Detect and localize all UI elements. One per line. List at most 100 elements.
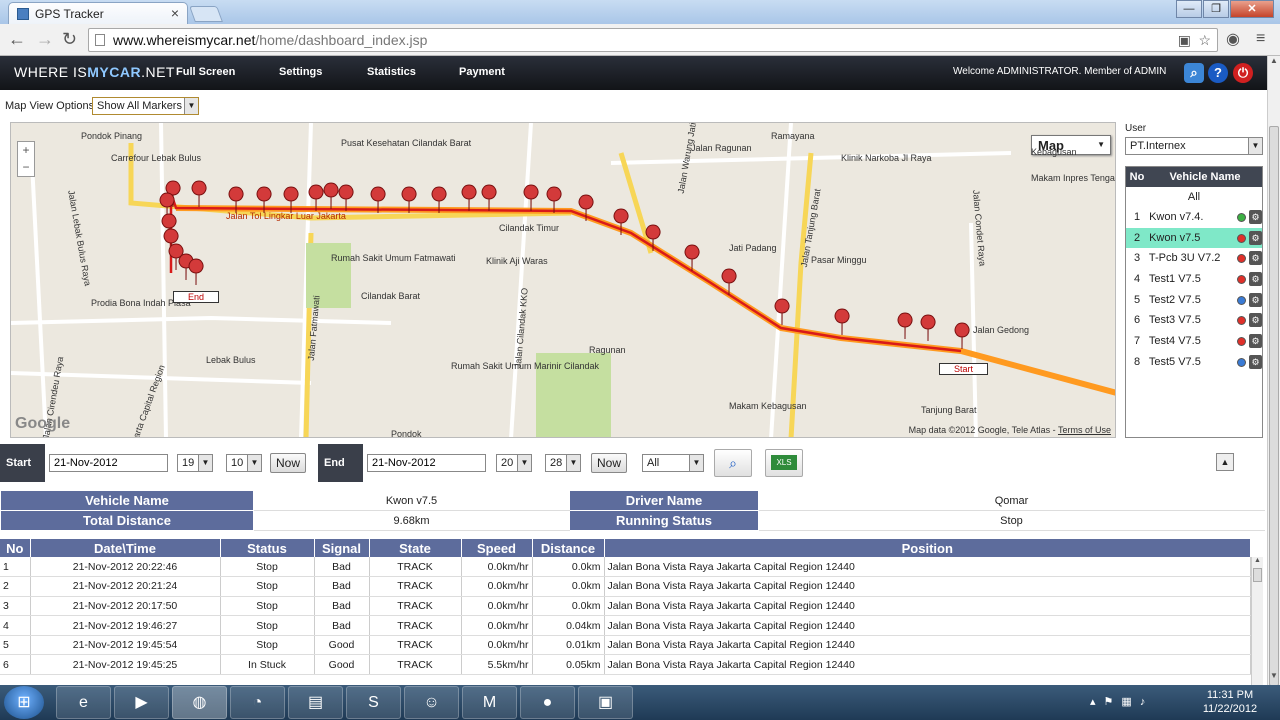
table-row[interactable]: 1 21-Nov-2012 20:22:46 Stop Bad TRACK 0.0km/h… — [0, 557, 1251, 578]
scroll-thumb[interactable] — [1253, 568, 1262, 582]
settings-gear-icon[interactable]: ⚙ — [1249, 272, 1262, 287]
zoom-in-icon[interactable]: + — [18, 142, 34, 159]
table-row[interactable]: 4 21-Nov-2012 19:46:27 Stop Bad TRACK 0.0km/h… — [0, 615, 1251, 636]
forward-arrow-icon[interactable]: → — [36, 30, 54, 48]
site-logo[interactable]: WHERE ISMYCAR.NET — [14, 64, 175, 80]
close-tab-icon[interactable]: × — [171, 5, 179, 21]
column-header[interactable]: Signal — [314, 539, 370, 557]
status-filter-select[interactable]: All ▼ — [642, 454, 704, 472]
scroll-up-icon[interactable]: ▲ — [1252, 557, 1263, 564]
smart-app-icon[interactable]: ● — [520, 686, 575, 719]
settings-gear-icon[interactable]: ⚙ — [1249, 210, 1262, 224]
address-bar[interactable]: www.whereismycar.net/home/dashboard_inde… — [88, 28, 1218, 52]
flag-icon[interactable]: ⚑ — [1104, 696, 1122, 708]
column-header[interactable]: Status — [220, 539, 315, 557]
map-view-select[interactable]: Show All Markers ▼ — [92, 97, 199, 115]
vehicle-row[interactable]: 3 T-Pcb 3U V7.2 ⚙ — [1126, 248, 1262, 269]
logout-icon[interactable]: ⏻ — [1233, 63, 1253, 83]
help-icon[interactable]: ? — [1208, 63, 1228, 83]
start-minute-select[interactable]: 10 ▼ — [226, 454, 262, 472]
bookmark-star-icon[interactable]: ☆ — [1198, 32, 1211, 49]
clock[interactable]: 11:31 PM 11/22/2012 — [1200, 688, 1260, 716]
firefox-icon[interactable]: ◔ — [230, 686, 285, 719]
back-arrow-icon[interactable]: ← — [8, 30, 26, 48]
settings-gear-icon[interactable]: ⚙ — [1249, 313, 1262, 328]
office-icon[interactable]: ▣ — [578, 686, 633, 719]
settings-gear-icon[interactable]: ⚙ — [1249, 354, 1262, 369]
terms-of-use-link[interactable]: Terms of Use — [1058, 425, 1111, 435]
vehicle-row[interactable]: 8 Test5 V7.5 ⚙ — [1126, 352, 1262, 373]
start-marker-label[interactable]: Start — [939, 363, 989, 375]
scroll-up-icon[interactable]: ▲ — [1268, 56, 1280, 70]
table-scrollbar[interactable]: ▲ — [1251, 557, 1263, 685]
scroll-thumb[interactable] — [1269, 126, 1279, 686]
excel-icon: XLS — [771, 455, 797, 470]
search-icon[interactable]: ⌕ — [1184, 63, 1204, 83]
volume-icon[interactable]: ♪ — [1140, 696, 1154, 708]
chevron-down-icon: ▼ — [198, 455, 212, 471]
minimize-icon[interactable]: — — [1176, 0, 1202, 18]
eye-extension-icon[interactable]: ◉ — [1226, 31, 1240, 49]
table-row[interactable]: 5 21-Nov-2012 19:45:54 Stop Good TRACK 0.0km/… — [0, 635, 1251, 656]
start-date-input[interactable] — [49, 454, 168, 472]
end-now-button[interactable]: Now — [591, 453, 628, 473]
explorer-icon[interactable]: ▤ — [288, 686, 343, 719]
export-excel-button[interactable]: XLS — [765, 449, 803, 477]
settings-gear-icon[interactable]: ⚙ — [1249, 251, 1262, 266]
mcafee-icon[interactable]: M — [462, 686, 517, 719]
vehicle-row[interactable]: 2 Kwon v7.5 ⚙ — [1126, 227, 1262, 249]
menu-full-screen[interactable]: Full Screen — [176, 66, 235, 78]
wrench-menu-icon[interactable]: ≡ — [1256, 30, 1265, 48]
menu-payment[interactable]: Payment — [459, 66, 505, 78]
column-header[interactable]: Speed — [461, 539, 533, 557]
collapse-up-icon[interactable]: ▲ — [1216, 453, 1234, 471]
scroll-down-icon[interactable]: ▼ — [1268, 671, 1280, 685]
column-header[interactable]: Date\Time — [30, 539, 221, 557]
settings-gear-icon[interactable]: ⚙ — [1249, 334, 1262, 349]
end-minute-select[interactable]: 28 ▼ — [545, 454, 581, 472]
running-status-label: Running Status — [569, 510, 759, 531]
vehicle-row[interactable]: 6 Test3 V7.5 ⚙ — [1126, 310, 1262, 331]
start-hour-select[interactable]: 19 ▼ — [177, 454, 213, 472]
ie-icon[interactable]: e — [56, 686, 111, 719]
vehicle-all[interactable]: All — [1126, 187, 1262, 207]
skype-icon[interactable]: S — [346, 686, 401, 719]
end-marker-label[interactable]: End — [173, 291, 220, 303]
media-player-icon[interactable]: ▶ — [114, 686, 169, 719]
table-row[interactable]: 3 21-Nov-2012 20:17:50 Stop Bad TRACK 0.0km/h… — [0, 596, 1251, 617]
end-hour-select[interactable]: 20 ▼ — [496, 454, 532, 472]
settings-gear-icon[interactable]: ⚙ — [1249, 292, 1262, 307]
search-button[interactable]: ⌕ — [714, 449, 752, 477]
map-canvas[interactable]: + − Map ▼ Carrefour Lebak Bulus Pondok Pin… — [10, 122, 1116, 438]
vehicle-row[interactable]: 1 Kwon v7.4. ⚙ — [1126, 207, 1262, 228]
reload-icon[interactable]: ↻ — [62, 30, 77, 48]
menu-statistics[interactable]: Statistics — [367, 66, 416, 78]
zoom-control[interactable]: + − — [17, 141, 35, 177]
settings-gear-icon[interactable]: ⚙ — [1249, 230, 1262, 245]
vehicle-row[interactable]: 5 Test2 V7.5 ⚙ — [1126, 290, 1262, 311]
column-header[interactable]: State — [369, 539, 462, 557]
user-select[interactable]: PT.Internex ▼ — [1125, 137, 1263, 155]
messenger-icon[interactable]: ☺ — [404, 686, 459, 719]
close-window-icon[interactable]: ✕ — [1230, 0, 1274, 18]
start-now-button[interactable]: Now — [270, 453, 307, 473]
maximize-icon[interactable]: ❐ — [1203, 0, 1229, 18]
network-icon[interactable]: ▦ — [1121, 696, 1139, 708]
table-row[interactable]: 2 21-Nov-2012 20:21:24 Stop Bad TRACK 0.0km/h… — [0, 576, 1251, 597]
vehicle-row[interactable]: 4 Test1 V7.5 ⚙ — [1126, 269, 1262, 290]
zoom-out-icon[interactable]: − — [18, 159, 34, 176]
column-header[interactable]: Distance — [532, 539, 605, 557]
browser-tab[interactable]: GPS Tracker × — [8, 2, 188, 24]
extension-icon[interactable]: ▣ — [1178, 32, 1191, 49]
new-tab-button[interactable] — [189, 6, 223, 22]
menu-settings[interactable]: Settings — [279, 66, 322, 78]
column-header[interactable]: No — [0, 539, 31, 557]
chrome-icon[interactable]: ◍ — [172, 686, 227, 719]
page-scrollbar[interactable]: ▲ ▼ — [1267, 56, 1280, 686]
end-date-input[interactable] — [367, 454, 486, 472]
table-row[interactable]: 6 21-Nov-2012 19:45:25 In Stuck Good TRACK 5.… — [0, 654, 1251, 676]
vehicle-row[interactable]: 7 Test4 V7.5 ⚙ — [1126, 331, 1262, 352]
tray-up-icon[interactable]: ▴ — [1090, 696, 1104, 708]
start-button[interactable]: ⊞ — [4, 686, 44, 719]
column-header[interactable]: Position — [604, 539, 1251, 557]
